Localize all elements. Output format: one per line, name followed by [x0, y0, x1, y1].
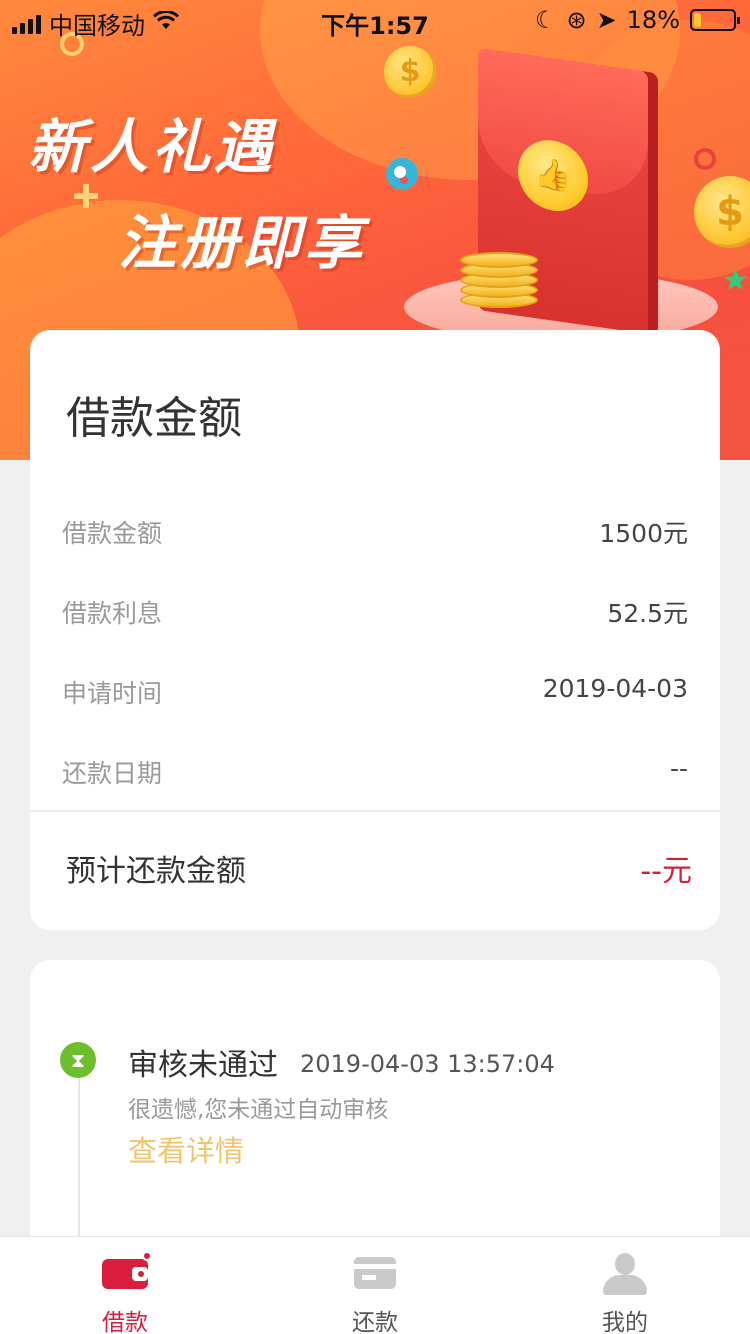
- battery-icon: [690, 9, 740, 31]
- total-value: --元: [640, 854, 692, 889]
- detail-row-apply-time: 申请时间 2019-04-03: [62, 674, 688, 714]
- row-label: 借款利息: [62, 599, 163, 628]
- plus-decoration-icon: [74, 184, 98, 208]
- row-value: 1500元: [599, 519, 688, 548]
- divider: [30, 810, 720, 812]
- row-label: 还款日期: [62, 759, 163, 788]
- tab-borrow[interactable]: 借款: [0, 1237, 250, 1334]
- hourglass-icon: ⧗: [60, 1042, 96, 1078]
- tab-label: 还款: [352, 1310, 398, 1334]
- row-label: 申请时间: [62, 679, 163, 708]
- review-status-title: 审核未通过: [128, 1048, 278, 1083]
- tab-repay[interactable]: 还款: [250, 1237, 500, 1334]
- row-value: --: [669, 754, 688, 783]
- detail-row-amount: 借款金额 1500元: [62, 514, 688, 554]
- timeline-line: [78, 1076, 80, 1246]
- status-bar: 中国移动 下午1:57 ☾ ⊛ ➤ 18%: [0, 0, 750, 40]
- tab-mine[interactable]: 我的: [500, 1237, 750, 1334]
- review-status-time: 2019-04-03 13:57:04: [300, 1050, 555, 1078]
- card-title: 借款金额: [66, 393, 242, 444]
- total-label: 预计还款金额: [66, 854, 246, 889]
- banner-headline: 新人礼遇: [28, 113, 277, 181]
- battery-level: [694, 13, 701, 27]
- review-status-description: 很遗憾,您未通过自动审核: [128, 1097, 389, 1123]
- tab-label: 我的: [602, 1310, 648, 1334]
- coin-icon: $: [384, 46, 436, 98]
- star-icon: ★: [722, 263, 749, 298]
- detail-row-interest: 借款利息 52.5元: [62, 594, 688, 634]
- moon-icon: ☾: [534, 6, 557, 34]
- row-value: 52.5元: [607, 599, 688, 628]
- ring-decoration: [694, 148, 716, 170]
- row-label: 借款金额: [62, 519, 163, 548]
- location-icon: ➤: [596, 6, 617, 34]
- banner-subheadline: 注册即享: [118, 209, 367, 277]
- estimated-repayment-row: 预计还款金额 --元: [66, 846, 692, 890]
- emoji-ball-icon: [386, 158, 418, 190]
- rotation-lock-icon: ⊛: [566, 6, 587, 34]
- detail-row-repay-date: 还款日期 --: [62, 754, 688, 794]
- loan-detail-card: 借款金额 借款金额 1500元 借款利息 52.5元 申请时间 2019-04-…: [30, 330, 720, 930]
- battery-percent: 18%: [626, 6, 680, 34]
- tab-bar: 借款 还款 我的: [0, 1236, 750, 1334]
- user-icon: [603, 1253, 647, 1295]
- wallet-icon: [102, 1251, 152, 1289]
- row-value: 2019-04-03: [542, 674, 688, 703]
- tab-label: 借款: [102, 1310, 148, 1334]
- card-icon: [354, 1257, 396, 1289]
- coin-stack-icon: [460, 252, 538, 310]
- view-details-link[interactable]: 查看详情: [128, 1128, 244, 1170]
